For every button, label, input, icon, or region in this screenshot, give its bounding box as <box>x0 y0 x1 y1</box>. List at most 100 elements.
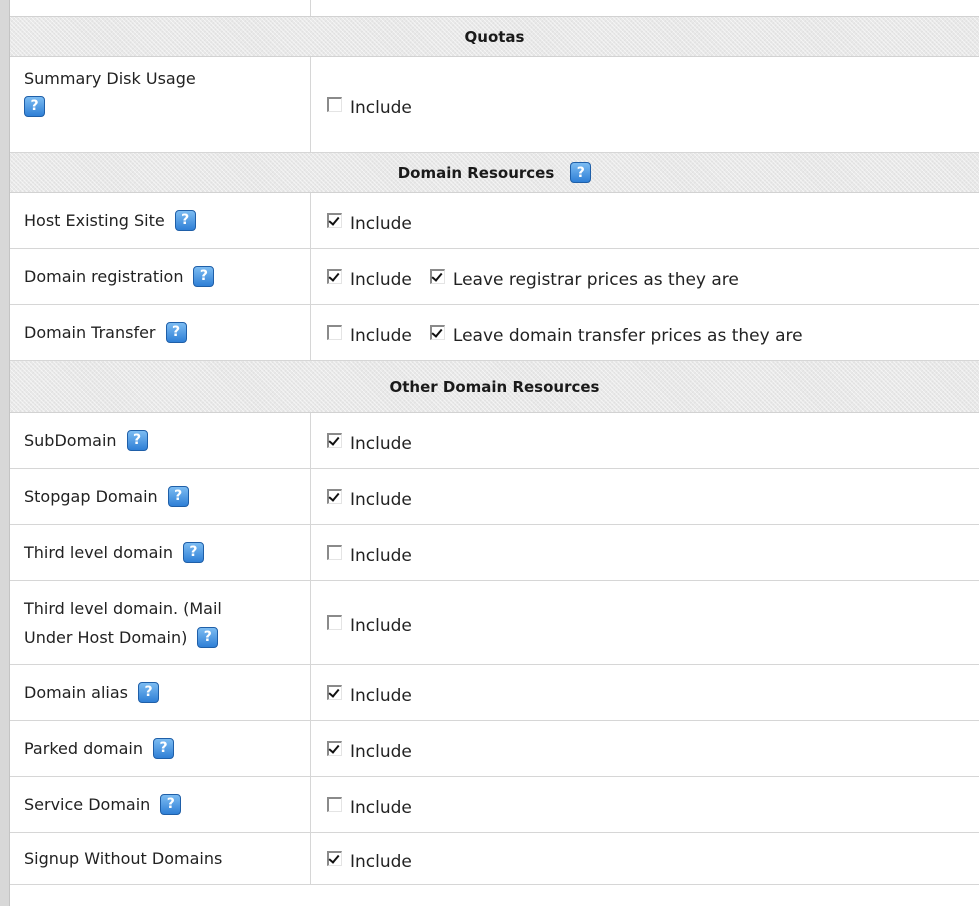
help-icon[interactable]: ? <box>197 626 219 648</box>
include-label: Include <box>350 797 412 818</box>
row-label: SubDomain <box>24 431 117 450</box>
row-label: Service Domain <box>24 795 151 814</box>
row-label-cell: Parked domain ? <box>10 721 311 776</box>
include-checkbox[interactable] <box>327 325 342 340</box>
top-strip <box>10 0 979 16</box>
include-group: Include <box>327 431 412 454</box>
row-label-cell: Domain Transfer ? <box>10 305 311 360</box>
include-label: Include <box>350 325 412 346</box>
include-label: Include <box>350 489 412 510</box>
row-label-cell: Domain registration ? <box>10 249 311 304</box>
include-checkbox[interactable] <box>327 851 342 866</box>
table-row-domain-registration: Domain registration ? Include Leave regi… <box>10 249 979 305</box>
row-value-cell: Include <box>311 777 979 832</box>
row-value-cell: Include <box>311 665 979 720</box>
row-value-cell: Include <box>311 469 979 524</box>
row-label: Domain registration <box>24 267 184 286</box>
include-checkbox[interactable] <box>327 545 342 560</box>
include-label: Include <box>350 685 412 706</box>
help-icon[interactable]: ? <box>570 162 592 183</box>
row-label-cell: Signup Without Domains <box>10 833 311 884</box>
row-value-cell: Include <box>311 413 979 468</box>
help-icon[interactable]: ? <box>126 430 148 451</box>
leave-transfer-prices-label: Leave domain transfer prices as they are <box>452 325 803 346</box>
row-label-cell: SubDomain ? <box>10 413 311 468</box>
column-divider <box>310 0 311 16</box>
include-group: Include <box>327 739 412 762</box>
include-label: Include <box>350 433 412 454</box>
section-header-quotas: Quotas <box>10 17 979 57</box>
table-row-third-level-domain: Third level domain ? Include <box>10 525 979 581</box>
include-checkbox[interactable] <box>327 269 342 284</box>
row-label-cell: Domain alias ? <box>10 665 311 720</box>
include-label: Include <box>350 851 412 872</box>
row-label-cell: Host Existing Site ? <box>10 193 311 248</box>
row-label: Third level domain <box>24 543 173 562</box>
include-label: Include <box>350 213 412 234</box>
row-label-line1: Third level domain. (Mail <box>24 598 222 618</box>
row-value-cell: Include <box>311 193 979 248</box>
include-group: Include <box>327 849 412 872</box>
row-label: Domain Transfer <box>24 323 156 342</box>
help-icon[interactable]: ? <box>24 96 45 117</box>
table-row-host-existing-site: Host Existing Site ? Include <box>10 193 979 249</box>
leave-transfer-prices-checkbox[interactable] <box>429 325 445 340</box>
row-label: Summary Disk Usage <box>24 69 196 88</box>
include-group: Include <box>327 95 412 118</box>
row-label: Parked domain <box>24 739 144 758</box>
row-value-cell: Include Leave domain transfer prices as … <box>311 305 979 360</box>
help-icon[interactable]: ? <box>138 682 160 703</box>
include-checkbox[interactable] <box>327 615 342 630</box>
help-icon[interactable]: ? <box>160 794 182 815</box>
row-value-cell: Include Leave registrar prices as they a… <box>311 249 979 304</box>
row-value-cell: Include <box>311 833 979 884</box>
include-checkbox[interactable] <box>327 489 342 504</box>
table-row-domain-transfer: Domain Transfer ? Include Leave domain t… <box>10 305 979 361</box>
leave-registrar-prices-checkbox[interactable] <box>429 269 445 284</box>
include-group: Include <box>327 323 412 346</box>
leave-registrar-prices-label: Leave registrar prices as they are <box>452 269 739 290</box>
section-title: Domain Resources <box>397 163 555 182</box>
help-icon[interactable]: ? <box>193 266 215 287</box>
include-checkbox[interactable] <box>327 797 342 812</box>
include-checkbox[interactable] <box>327 97 342 112</box>
table-row-signup-without-domains: Signup Without Domains Include <box>10 833 979 885</box>
include-group: Include <box>327 795 412 818</box>
section-title: Quotas <box>464 27 525 46</box>
include-checkbox[interactable] <box>327 741 342 756</box>
help-icon[interactable]: ? <box>182 542 204 563</box>
include-label: Include <box>350 545 412 566</box>
include-group: Include <box>327 613 412 636</box>
section-title: Other Domain Resources <box>389 377 600 396</box>
row-value-cell: Include <box>311 581 979 664</box>
section-header-other-domain-resources: Other Domain Resources <box>10 361 979 413</box>
row-label: Host Existing Site <box>24 211 165 230</box>
help-icon[interactable]: ? <box>167 486 189 507</box>
include-label: Include <box>350 741 412 762</box>
left-rail <box>0 0 10 906</box>
include-checkbox[interactable] <box>327 213 342 228</box>
leave-prices-group: Leave domain transfer prices as they are <box>429 323 803 346</box>
help-icon[interactable]: ? <box>174 210 196 231</box>
help-icon[interactable]: ? <box>153 738 175 759</box>
row-label: Signup Without Domains <box>24 849 223 868</box>
include-group: Include <box>327 211 412 234</box>
include-checkbox[interactable] <box>327 433 342 448</box>
include-group: Include <box>327 543 412 566</box>
row-value-cell: Include <box>311 525 979 580</box>
include-checkbox[interactable] <box>327 685 342 700</box>
page: Quotas Summary Disk Usage ? Include Doma… <box>0 0 979 906</box>
row-value-cell: Include <box>311 721 979 776</box>
include-label: Include <box>350 269 412 290</box>
table-row-stopgap-domain: Stopgap Domain ? Include <box>10 469 979 525</box>
row-label: Domain alias <box>24 683 129 702</box>
table-row-subdomain: SubDomain ? Include <box>10 413 979 469</box>
table-row-domain-alias: Domain alias ? Include <box>10 665 979 721</box>
row-label-line2: Under Host Domain) <box>24 627 188 647</box>
leave-prices-group: Leave registrar prices as they are <box>429 267 739 290</box>
include-label: Include <box>350 97 412 118</box>
section-header-domain-resources: Domain Resources ? <box>10 153 979 193</box>
table-row-summary-disk-usage: Summary Disk Usage ? Include <box>10 57 979 153</box>
help-icon[interactable]: ? <box>165 322 187 343</box>
table-row-third-level-domain-mail: Third level domain. (Mail Under Host Dom… <box>10 581 979 665</box>
